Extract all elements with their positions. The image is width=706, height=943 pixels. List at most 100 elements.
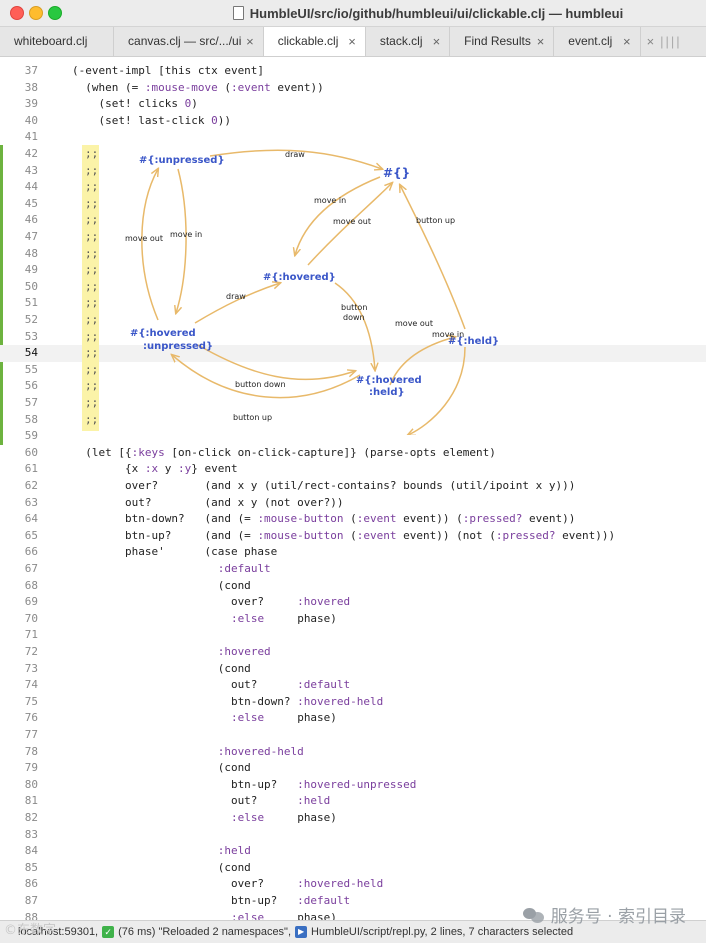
code-line[interactable]: 66 phase' (case phase bbox=[0, 544, 706, 561]
tab-find-results[interactable]: Find Results × bbox=[450, 27, 555, 56]
code-line[interactable]: 70 :else phase) bbox=[0, 611, 706, 628]
tab-canvas[interactable]: canvas.clj — src/.../ui × bbox=[114, 27, 264, 56]
line-number: 61 bbox=[24, 462, 38, 476]
code-line[interactable]: 65 btn-up? (and (= :mouse-button (:event… bbox=[0, 528, 706, 545]
code-text: btn-up? :default bbox=[72, 894, 351, 907]
line-number: 41 bbox=[24, 130, 38, 144]
window-title-text: HumbleUI/src/io/github/humbleui/ui/click… bbox=[249, 5, 624, 21]
tab-label: clickable.clj bbox=[277, 34, 339, 48]
code-line[interactable]: 72 :hovered bbox=[0, 644, 706, 661]
diagram-arrows bbox=[141, 149, 466, 435]
close-window-button[interactable] bbox=[10, 6, 24, 20]
code-line[interactable]: 68 (cond bbox=[0, 578, 706, 595]
code-line[interactable]: 38 (when (= :mouse-move (:event event)) bbox=[0, 80, 706, 97]
status-script: HumbleUI/script/repl.py, 2 lines, 7 char… bbox=[311, 926, 574, 938]
code-line[interactable]: 71 bbox=[0, 627, 706, 644]
line-number: 75 bbox=[24, 694, 38, 708]
code-line[interactable]: 76 :else phase) bbox=[0, 710, 706, 727]
code-line[interactable]: 62 over? (and x y (util/rect-contains? b… bbox=[0, 478, 706, 495]
code-text: :hovered bbox=[217, 645, 271, 658]
tab-event[interactable]: event.clj × bbox=[554, 27, 641, 56]
code-line[interactable]: 40 (set! last-click 0)) bbox=[0, 113, 706, 130]
line-number: 42 bbox=[24, 147, 38, 160]
code-line[interactable]: 64 btn-down? (and (= :mouse-button (:eve… bbox=[0, 511, 706, 528]
line-number: 60 bbox=[24, 445, 38, 459]
code-line[interactable]: 80 btn-up? :hovered-unpressed bbox=[0, 777, 706, 794]
comment-marker: ;; bbox=[85, 279, 99, 293]
comment-marker: ;; bbox=[85, 379, 99, 393]
label-move-out-right: move out bbox=[395, 319, 433, 328]
close-icon[interactable]: × bbox=[433, 27, 441, 56]
code-line[interactable]: 74 out? :default bbox=[0, 677, 706, 694]
line-number: 47 bbox=[24, 230, 38, 243]
code-text: over? (and x y (util/rect-contains? boun… bbox=[72, 479, 576, 492]
code-line[interactable]: 86 over? :hovered-held bbox=[0, 876, 706, 893]
minimize-window-button[interactable] bbox=[29, 6, 43, 20]
code-line[interactable]: 41 bbox=[0, 129, 706, 146]
arrow-draw-mid bbox=[194, 283, 280, 324]
code-line[interactable]: 73 (cond bbox=[0, 661, 706, 678]
comment-marker: ;; bbox=[85, 180, 99, 194]
code-line[interactable]: 39 (set! clicks 0) bbox=[0, 96, 706, 113]
code-text: :hovered-held bbox=[217, 744, 304, 758]
line-number: 73 bbox=[24, 661, 38, 675]
tab-overflow-icon[interactable]: |||| bbox=[660, 34, 682, 49]
close-icon[interactable]: × bbox=[647, 34, 655, 49]
code-line[interactable]: 85 (cond bbox=[0, 860, 706, 877]
line-number: 82 bbox=[24, 811, 38, 824]
close-icon[interactable]: × bbox=[537, 27, 545, 56]
tab-label: event.clj bbox=[568, 34, 613, 48]
node-unpressed: #{:unpressed} bbox=[139, 155, 225, 166]
code-line[interactable]: 82 :else phase) bbox=[0, 810, 706, 827]
code-line[interactable]: 61 {x :x y :y} event bbox=[0, 461, 706, 478]
close-icon[interactable]: × bbox=[348, 27, 356, 56]
line-number: 59 bbox=[24, 429, 38, 443]
comment-marker: ;; bbox=[85, 412, 99, 426]
code-text: out? :default bbox=[72, 678, 351, 692]
code-text: (set! clicks 0) bbox=[72, 97, 198, 111]
code-editor[interactable]: 37 (-event-impl [this ctx event] 38 (when … bbox=[0, 57, 706, 920]
node-hovered-held-line2: :held} bbox=[369, 387, 405, 398]
line-number: 85 bbox=[24, 860, 38, 874]
code-line[interactable]: 79 (cond bbox=[0, 760, 706, 777]
line-number: 48 bbox=[24, 246, 38, 260]
line-number: 45 bbox=[24, 196, 38, 210]
code-line[interactable]: 69 over? :hovered bbox=[0, 594, 706, 611]
tab-stack[interactable]: stack.clj × bbox=[366, 27, 451, 56]
line-number: 55 bbox=[24, 362, 38, 376]
tab-clickable[interactable]: clickable.clj × bbox=[263, 27, 366, 56]
label-move-out-left: move out bbox=[125, 234, 163, 243]
line-number: 40 bbox=[24, 113, 38, 127]
code-line[interactable]: 67 :default bbox=[0, 561, 706, 578]
close-icon[interactable]: × bbox=[623, 27, 631, 56]
code-line[interactable]: 60 (let [{:keys [on-click on-click-captu… bbox=[0, 445, 706, 462]
code-text: (-event-impl [this ctx event] bbox=[72, 64, 265, 77]
line-number: 50 bbox=[24, 279, 38, 293]
label-button-up-right: button up bbox=[416, 216, 455, 225]
comment-marker: ;; bbox=[85, 396, 99, 409]
comment-marker: ;; bbox=[85, 263, 99, 277]
tab-whiteboard[interactable]: whiteboard.clj bbox=[0, 27, 115, 56]
code-line[interactable]: 63 out? (and x y (not over?)) bbox=[0, 495, 706, 512]
label-button-down-mid-2: down bbox=[343, 313, 365, 322]
code-line[interactable]: 81 out? :held bbox=[0, 793, 706, 810]
comment-marker: ;; bbox=[85, 313, 99, 326]
code-text: (cond bbox=[72, 761, 251, 775]
code-line[interactable]: 37 (-event-impl [this ctx event] bbox=[0, 63, 706, 80]
code-line[interactable]: 75 btn-down? :hovered-held bbox=[0, 694, 706, 711]
watermark: 服务号 · 索引目录 bbox=[522, 902, 686, 927]
line-number: 62 bbox=[24, 479, 38, 492]
code-line[interactable]: 78 :hovered-held bbox=[0, 744, 706, 761]
code-line[interactable]: 84 :held bbox=[0, 843, 706, 860]
code-line[interactable]: 77 bbox=[0, 727, 706, 744]
close-icon[interactable]: × bbox=[246, 27, 254, 56]
zoom-window-button[interactable] bbox=[48, 6, 62, 20]
status-reload: (76 ms) "Reloaded 2 namespaces", bbox=[118, 926, 292, 938]
code-line[interactable]: 83 bbox=[0, 827, 706, 844]
code-text: :default bbox=[217, 562, 271, 575]
tab-overflow[interactable]: × |||| bbox=[641, 27, 706, 56]
line-number: 38 bbox=[24, 80, 38, 94]
window-title: HumbleUI/src/io/github/humbleui/ui/click… bbox=[150, 0, 706, 26]
watermark-left: ©东数字 bbox=[4, 923, 57, 938]
line-number: 78 bbox=[24, 744, 38, 758]
